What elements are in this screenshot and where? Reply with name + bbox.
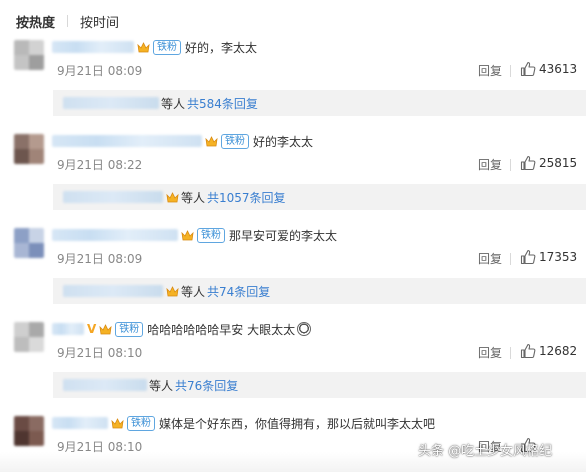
- like-thumb-icon[interactable]: [520, 343, 536, 359]
- action-divider: [510, 159, 511, 171]
- like-thumb-icon[interactable]: [520, 155, 536, 171]
- crown-icon: [137, 41, 150, 54]
- verified-badge: V: [87, 322, 97, 336]
- comment-header: 铁粉 好的，李太太: [52, 38, 257, 56]
- crown-icon: [205, 135, 218, 148]
- comment-header: 铁粉 好的李太太: [52, 132, 313, 150]
- comment-item: V 铁粉 哈哈哈哈哈哈早安 大眼太太 9月21日 08:10 回复 12682 …: [0, 316, 586, 411]
- avatar[interactable]: [14, 322, 44, 352]
- emoji-icon: [297, 322, 312, 336]
- comment-item: 铁粉 那早安可爱的李太太 9月21日 08:09 回复 17353 等人 共74…: [0, 222, 586, 317]
- crown-icon: [166, 285, 179, 298]
- username-blurred[interactable]: [52, 41, 134, 53]
- like-count: 25815: [539, 156, 578, 170]
- comment-text: 媒体是个好东西，你值得拥有，那以后就叫李太太吧: [159, 416, 436, 431]
- sub-replies-box[interactable]: 等人 共76条回复: [53, 372, 586, 398]
- comment-text: 好的李太太: [253, 134, 314, 149]
- reply-button[interactable]: 回复: [478, 344, 502, 361]
- comment-time: 9月21日 08:09: [57, 64, 143, 78]
- sub-etc-label: 等人: [181, 284, 206, 299]
- watermark: 头条 @吃土少女风格纪: [418, 444, 553, 459]
- sub-users-blurred: [63, 191, 163, 203]
- sub-replies-link[interactable]: 共584条回复: [187, 95, 258, 112]
- avatar[interactable]: [14, 228, 44, 258]
- sub-replies-box[interactable]: 等人 共74条回复: [53, 278, 586, 304]
- sub-etc-label: 等人: [181, 190, 206, 205]
- fan-badge: 铁粉: [197, 227, 225, 243]
- comment-header: V 铁粉 哈哈哈哈哈哈早安 大眼太太: [52, 320, 312, 338]
- sort-divider: [67, 15, 69, 27]
- fan-badge: 铁粉: [153, 39, 181, 55]
- fan-badge: 铁粉: [127, 415, 155, 431]
- comment-time: 9月21日 08:09: [57, 252, 143, 266]
- username-blurred[interactable]: [52, 323, 84, 335]
- fan-badge: 铁粉: [115, 321, 144, 337]
- reply-button[interactable]: 回复: [478, 156, 502, 173]
- action-divider: [510, 65, 511, 77]
- comment-item: 铁粉 好的李太太 9月21日 08:22 回复 25815 等人 共1057条回…: [0, 128, 586, 223]
- sub-etc-label: 等人: [161, 96, 186, 111]
- comment-time: 9月21日 08:10: [57, 346, 143, 360]
- username-blurred[interactable]: [52, 135, 202, 147]
- comment-text: 好的，李太太: [185, 40, 258, 55]
- like-count: 12682: [539, 344, 578, 358]
- sub-replies-link[interactable]: 共1057条回复: [207, 189, 286, 206]
- sub-replies-box[interactable]: 等人 共1057条回复: [53, 184, 586, 210]
- reply-button[interactable]: 回复: [478, 250, 502, 267]
- fan-badge: 铁粉: [221, 133, 249, 149]
- reply-button[interactable]: 回复: [478, 62, 502, 79]
- sub-etc-label: 等人: [149, 378, 174, 393]
- username-blurred[interactable]: [52, 417, 108, 429]
- comment-item: 铁粉 好的，李太太 9月21日 08:09 回复 43613 等人 共584条回…: [0, 34, 586, 129]
- avatar[interactable]: [14, 134, 44, 164]
- sort-by-hot-tab[interactable]: 按热度: [16, 12, 55, 31]
- sort-by-time-tab[interactable]: 按时间: [80, 12, 119, 31]
- sub-replies-link[interactable]: 共76条回复: [175, 377, 238, 394]
- crown-icon: [111, 417, 124, 430]
- action-divider: [510, 253, 511, 265]
- comment-time: 9月21日 08:22: [57, 158, 143, 172]
- sub-users-blurred: [63, 97, 159, 109]
- sub-replies-box[interactable]: 等人 共584条回复: [53, 90, 586, 116]
- crown-icon: [99, 323, 112, 336]
- like-thumb-icon[interactable]: [520, 249, 536, 265]
- avatar[interactable]: [14, 40, 44, 70]
- action-divider: [510, 347, 511, 359]
- like-thumb-icon[interactable]: [520, 61, 536, 77]
- comment-text: 哈哈哈哈哈哈早安 大眼太太: [147, 322, 296, 337]
- sort-bar: 按热度 按时间: [16, 10, 119, 32]
- like-count: 17353: [539, 250, 578, 264]
- like-count: 43613: [539, 62, 578, 76]
- avatar[interactable]: [14, 416, 44, 446]
- crown-icon: [181, 229, 194, 242]
- sub-users-blurred: [63, 379, 147, 391]
- sub-replies-link[interactable]: 共74条回复: [207, 283, 270, 300]
- crown-icon: [166, 191, 179, 204]
- sub-users-blurred: [63, 285, 163, 297]
- comment-header: 铁粉 媒体是个好东西，你值得拥有，那以后就叫李太太吧: [52, 414, 435, 432]
- comment-text: 那早安可爱的李太太: [229, 228, 338, 243]
- comment-header: 铁粉 那早安可爱的李太太: [52, 226, 337, 244]
- username-blurred[interactable]: [52, 229, 178, 241]
